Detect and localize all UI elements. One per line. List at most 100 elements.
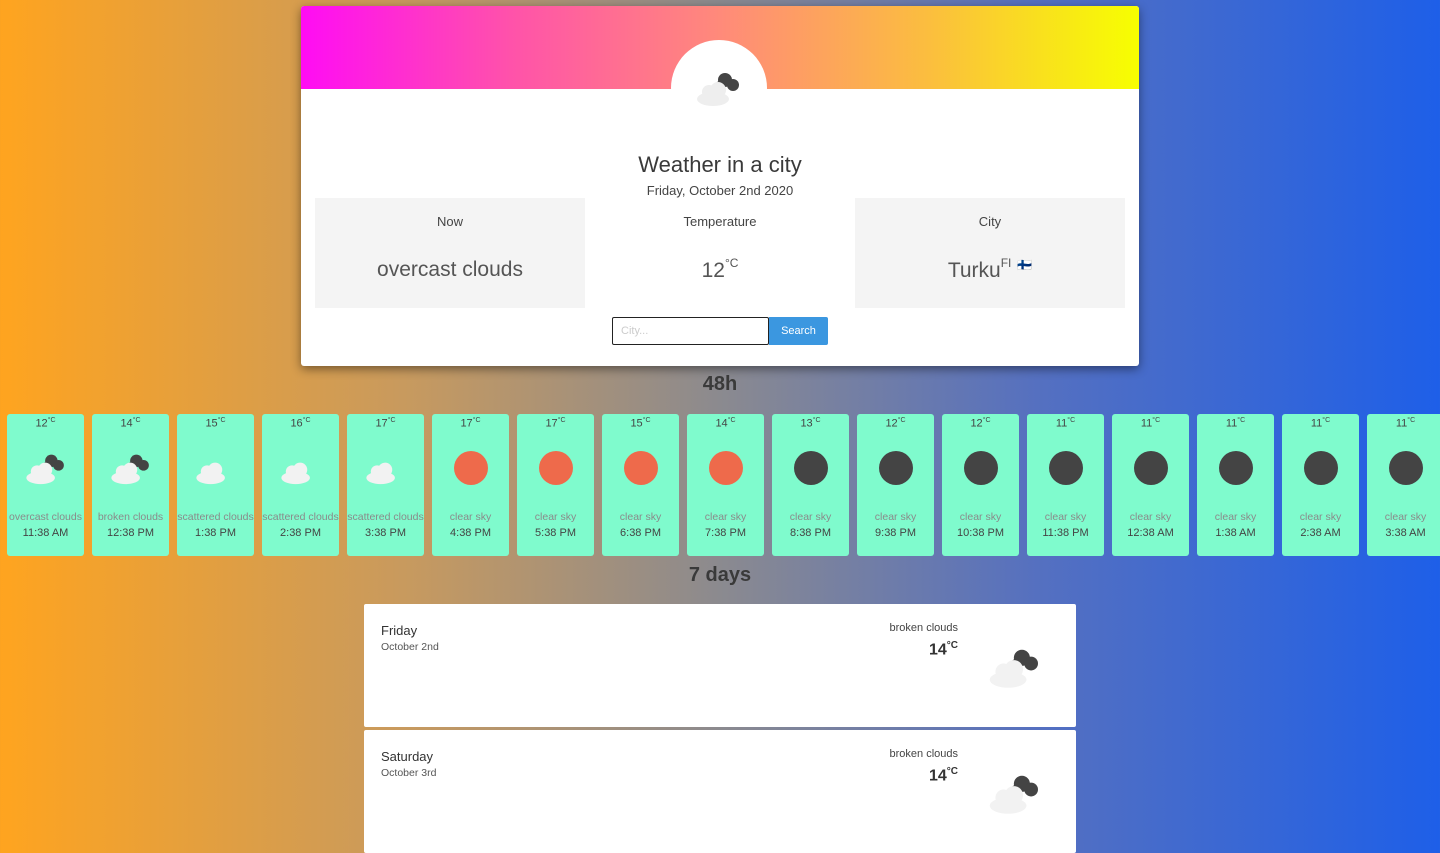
city-name: Turku — [947, 259, 1001, 282]
hourly-description: clear sky — [1129, 511, 1172, 523]
temperature-label: Temperature — [683, 214, 757, 229]
daily-temp-value: 14 — [928, 641, 947, 659]
hourly-temp-value: 17 — [545, 417, 558, 430]
now-panel: Now overcast clouds — [315, 198, 585, 308]
country-code: FI — [1000, 256, 1012, 270]
hourly-temp-unit: °C — [1067, 417, 1076, 424]
hourly-description: clear sky — [1384, 511, 1427, 523]
hourly-temp-value: 11 — [1225, 417, 1238, 430]
daily-section-title: 7 days — [688, 564, 752, 586]
hourly-icon-wrap — [1112, 448, 1189, 488]
hourly-temp-unit: °C — [727, 417, 736, 424]
overcast-clouds-icon — [25, 454, 64, 485]
hourly-description: scattered clouds — [177, 511, 254, 523]
hourly-card: 17°C clear sky 4:38 PM — [432, 414, 509, 556]
hourly-card: 12°C clear sky 9:38 PM — [857, 414, 934, 556]
hourly-details: clear sky 8:38 PM — [772, 509, 849, 541]
hourly-temp-value: 11 — [1140, 417, 1153, 430]
hourly-card: 16°C scattered clouds 2:38 PM — [262, 414, 339, 556]
hourly-temp-value: 12 — [970, 417, 983, 430]
daily-description: broken clouds — [889, 748, 959, 760]
hourly-icon-wrap — [687, 448, 764, 488]
flag-icon: 🇫🇮 — [1017, 258, 1033, 272]
hourly-details: clear sky 9:38 PM — [857, 509, 934, 541]
hourly-temp: 11°C — [1367, 417, 1440, 430]
broken-clouds-icon — [110, 454, 149, 485]
moon-icon — [1218, 451, 1253, 485]
hourly-time: 1:38 PM — [195, 527, 236, 539]
hourly-card: 11°C clear sky 12:38 AM — [1112, 414, 1189, 556]
hourly-card: 17°C clear sky 5:38 PM — [517, 414, 594, 556]
hourly-temp: 14°C — [687, 417, 764, 430]
hourly-temp-unit: °C — [897, 417, 906, 424]
hourly-temp: 12°C — [942, 417, 1019, 430]
broken-clouds-icon — [989, 649, 1038, 688]
hourly-temp-value: 15 — [630, 417, 643, 430]
moon-icon — [1048, 451, 1083, 485]
hourly-card: 14°C broken clouds 12:38 PM — [92, 414, 169, 556]
hourly-temp-value: 17 — [460, 417, 473, 430]
hourly-details: overcast clouds 11:38 AM — [7, 509, 84, 541]
hourly-temp: 15°C — [177, 417, 254, 430]
hourly-icon-wrap — [772, 448, 849, 488]
hourly-temp-value: 12 — [885, 417, 898, 430]
hourly-temp: 17°C — [517, 417, 594, 430]
current-date: Friday, October 2nd 2020 — [646, 183, 794, 198]
weather-card: Weather in a city Friday, October 2nd 20… — [301, 6, 1139, 366]
hourly-description: clear sky — [619, 511, 662, 523]
hourly-card: 11°C clear sky 1:38 AM — [1197, 414, 1274, 556]
moon-icon — [1303, 451, 1338, 485]
hourly-temp: 16°C — [262, 417, 339, 430]
hourly-temp-unit: °C — [1322, 417, 1331, 424]
hourly-temp-unit: °C — [1152, 417, 1161, 424]
daily-icon-wrap — [982, 644, 1048, 695]
city-search-input[interactable] — [612, 317, 769, 345]
moon-icon — [963, 451, 998, 485]
now-label: Now — [436, 214, 463, 229]
hourly-details: clear sky 5:38 PM — [517, 509, 594, 541]
hourly-temp: 17°C — [347, 417, 424, 430]
daily-date: October 2nd — [381, 641, 439, 653]
daily-temp-value: 14 — [928, 767, 947, 785]
hourly-description: clear sky — [789, 511, 832, 523]
hourly-card: 11°C clear sky 11:38 PM — [1027, 414, 1104, 556]
hourly-temp-unit: °C — [132, 417, 141, 424]
sun-icon — [708, 451, 743, 485]
hourly-details: scattered clouds 2:38 PM — [262, 509, 339, 541]
hourly-temp: 14°C — [92, 417, 169, 430]
hourly-temp-value: 17 — [375, 417, 388, 430]
hourly-description: scattered clouds — [347, 511, 424, 523]
hourly-time: 12:38 PM — [106, 527, 155, 539]
sun-icon — [453, 451, 488, 485]
hourly-card: 13°C clear sky 8:38 PM — [772, 414, 849, 556]
hourly-time: 2:38 AM — [1300, 527, 1341, 539]
city-panel: City TurkuFI 🇫🇮 — [855, 198, 1125, 308]
hourly-description: clear sky — [704, 511, 747, 523]
hourly-icon-wrap — [1367, 448, 1440, 488]
temperature-unit: °C — [724, 256, 739, 270]
hourly-icon-wrap — [92, 448, 169, 488]
hourly-card: 15°C clear sky 6:38 PM — [602, 414, 679, 556]
hourly-temp-value: 13 — [800, 417, 813, 430]
hourly-temp-unit: °C — [302, 417, 311, 424]
hourly-time: 9:38 PM — [875, 527, 916, 539]
scattered-clouds-icon — [195, 462, 225, 485]
hourly-temp-unit: °C — [812, 417, 821, 424]
hourly-temp: 11°C — [1197, 417, 1274, 430]
hourly-temp-unit: °C — [472, 417, 481, 424]
moon-icon — [1133, 451, 1168, 485]
hourly-description: clear sky — [534, 511, 577, 523]
search-button[interactable]: Search — [769, 317, 828, 345]
hourly-details: scattered clouds 1:38 PM — [177, 509, 254, 541]
daily-day-name: Friday — [381, 623, 418, 638]
hourly-icon-wrap — [177, 448, 254, 488]
hourly-card: 12°C clear sky 10:38 PM — [942, 414, 1019, 556]
hourly-forecast-list: 12°C overcast clouds 11:38 AM 14°C broken cl… — [7, 414, 1440, 556]
scattered-clouds-icon — [280, 462, 310, 485]
city-label: City — [978, 214, 1002, 229]
moon-icon — [1388, 451, 1423, 485]
hourly-details: clear sky 2:38 AM — [1282, 509, 1359, 541]
sun-icon — [623, 451, 658, 485]
hourly-card: 17°C scattered clouds 3:38 PM — [347, 414, 424, 556]
hourly-details: scattered clouds 3:38 PM — [347, 509, 424, 541]
